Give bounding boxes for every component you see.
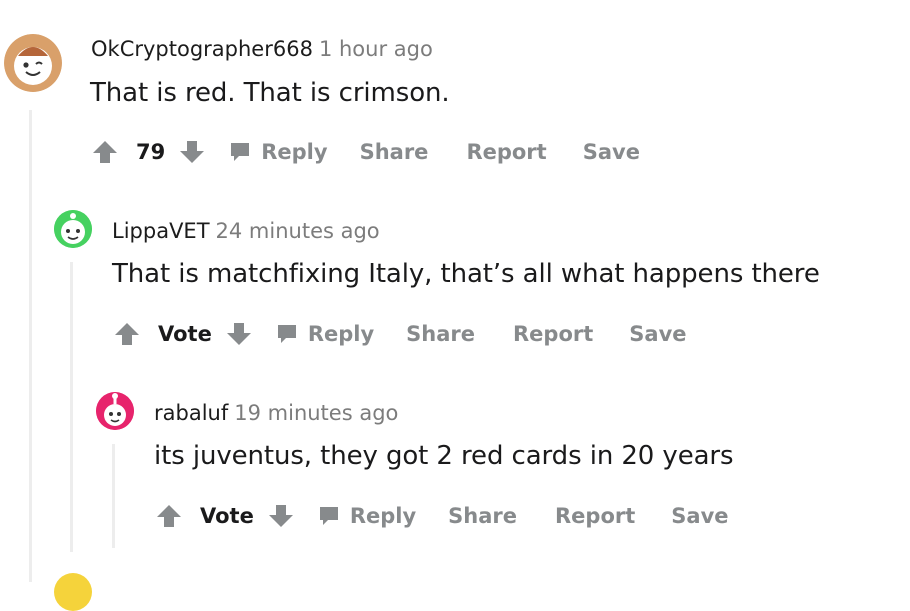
reply-label: Reply [349, 504, 417, 528]
reply-label: Reply [261, 140, 328, 164]
avatar[interactable] [4, 34, 62, 92]
downvote-arrow-icon[interactable] [266, 501, 296, 531]
save-button[interactable]: Save [671, 504, 728, 528]
comment-text: its juventus, they got 2 red cards in 20… [154, 441, 734, 471]
timestamp[interactable]: 1 hour ago [319, 37, 433, 61]
comment-text: That is red. That is crimson. [90, 78, 450, 108]
timestamp[interactable]: 19 minutes ago [234, 401, 398, 425]
share-button[interactable]: Share [448, 504, 517, 528]
comment-meta: OkCryptographer668 1 hour ago [91, 37, 433, 61]
username[interactable]: OkCryptographer668 [91, 37, 313, 61]
comment-actions: Vote Reply Share Report Save [112, 314, 687, 354]
share-button[interactable]: Share [360, 140, 429, 164]
reply-label: Reply [307, 322, 375, 346]
thread-line-level-1[interactable] [29, 110, 32, 582]
vote-score: Vote [200, 504, 254, 528]
thread-line-level-3[interactable] [112, 444, 115, 548]
report-button[interactable]: Report [555, 504, 635, 528]
avatar[interactable] [96, 392, 134, 430]
comment-actions: 79 Reply Share Report Save [90, 132, 640, 172]
username[interactable]: LippaVET [112, 219, 210, 243]
upvote-arrow-icon[interactable] [154, 501, 184, 531]
report-button[interactable]: Report [466, 140, 546, 164]
reply-button[interactable]: Reply [316, 503, 416, 529]
comment-meta: rabaluf 19 minutes ago [154, 401, 398, 425]
report-button[interactable]: Report [513, 322, 593, 346]
timestamp[interactable]: 24 minutes ago [216, 219, 380, 243]
upvote-arrow-icon[interactable] [112, 319, 142, 349]
reply-button[interactable]: Reply [274, 321, 374, 347]
downvote-arrow-icon[interactable] [224, 319, 254, 349]
reply-button[interactable]: Reply [227, 139, 328, 165]
thread-line-level-2[interactable] [70, 262, 73, 552]
downvote-arrow-icon[interactable] [177, 137, 207, 167]
vote-score: 79 [136, 140, 166, 164]
reply-bubble-icon [316, 503, 342, 529]
reply-bubble-icon [227, 139, 253, 165]
avatar-next-comment[interactable] [54, 573, 92, 611]
avatar[interactable] [54, 210, 92, 248]
save-button[interactable]: Save [583, 140, 640, 164]
save-button[interactable]: Save [629, 322, 686, 346]
share-button[interactable]: Share [406, 322, 475, 346]
reply-bubble-icon [274, 321, 300, 347]
upvote-arrow-icon[interactable] [90, 137, 120, 167]
username[interactable]: rabaluf [154, 401, 228, 425]
comment-meta: LippaVET 24 minutes ago [112, 219, 380, 243]
comment-text: That is matchfixing Italy, that’s all wh… [112, 259, 820, 289]
vote-score: Vote [158, 322, 212, 346]
comment-actions: Vote Reply Share Report Save [154, 496, 729, 536]
